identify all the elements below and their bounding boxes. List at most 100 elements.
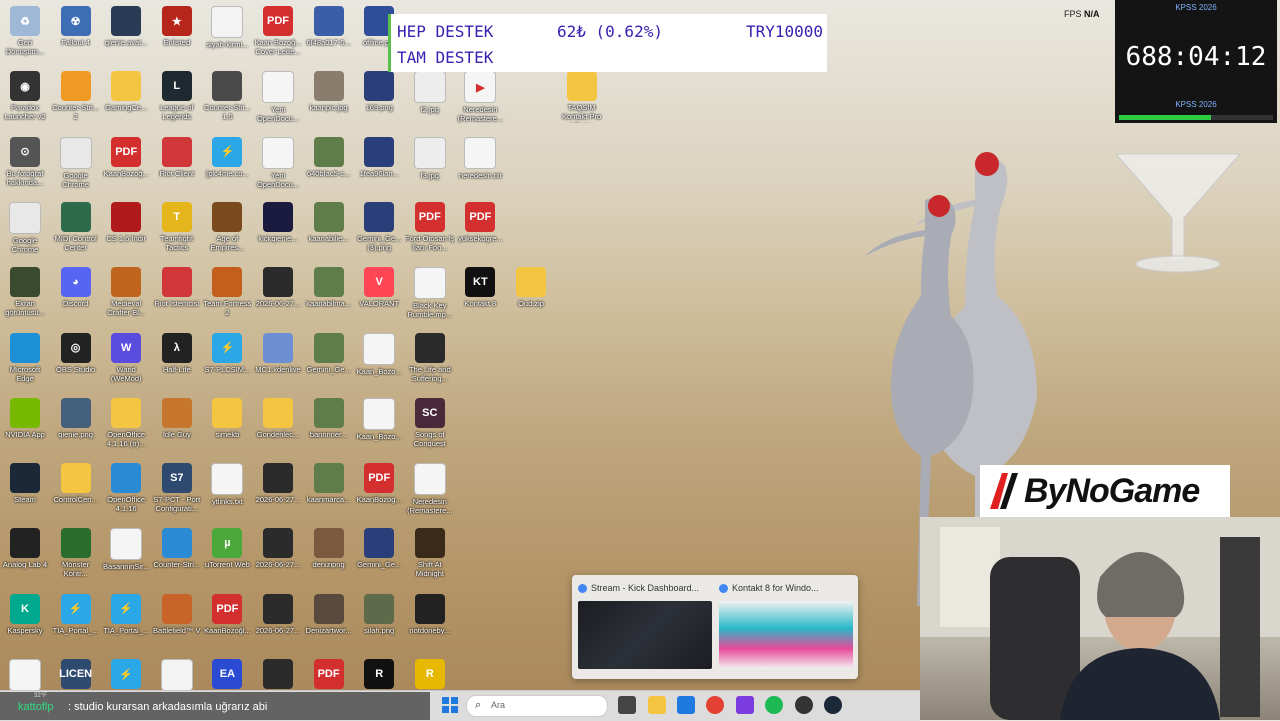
desktop-icon[interactable]: The Life and Suffering... bbox=[405, 329, 455, 391]
desktop-icon[interactable]: Idle Guy bbox=[152, 394, 202, 456]
desktop-icon[interactable]: Neredesin (Remastere... bbox=[405, 459, 455, 521]
desktop-icon[interactable]: ☢ Fallout 4 bbox=[51, 2, 101, 64]
desktop-icon[interactable]: λ Half-Life bbox=[152, 329, 202, 391]
desktop-icon[interactable]: qienie.png bbox=[51, 394, 101, 456]
desktop-icon[interactable]: KT Kontakt 8 bbox=[455, 263, 505, 325]
desktop-icon[interactable]: kaanabilma... bbox=[304, 263, 354, 325]
desktop-icon[interactable]: Counter-Stri... 2 bbox=[51, 67, 101, 129]
desktop-icon[interactable]: W Wand (WeMod) bbox=[101, 329, 151, 391]
start-button[interactable] bbox=[442, 697, 458, 713]
desktop-icon[interactable]: NVIDIA App bbox=[0, 394, 50, 456]
desktop-icon[interactable]: Battlefield™ V bbox=[152, 590, 202, 652]
desktop-icon[interactable]: denizipng bbox=[304, 524, 354, 586]
desktop-icon[interactable]: ♻ Geri Dönüşüm... bbox=[0, 2, 50, 64]
desktop-icon[interactable]: 2026-06-27... bbox=[253, 590, 303, 652]
desktop-icon[interactable]: kickqienie... bbox=[253, 198, 303, 260]
desktop-icon[interactable]: Gemini_Ge... bbox=[304, 329, 354, 391]
desktop-icon[interactable]: MIDI Control Center bbox=[51, 198, 101, 260]
desktop-icon[interactable]: Gemini_Ge... bbox=[354, 524, 404, 586]
desktop-icon[interactable]: 6f48a017-6... bbox=[304, 2, 354, 64]
mail-icon[interactable] bbox=[677, 696, 695, 714]
desktop-icon[interactable]: 640bfac5-c... bbox=[304, 133, 354, 195]
desktop-icon[interactable]: 2026-06-27... bbox=[253, 459, 303, 521]
desktop-icon[interactable]: µ uTorrent Web bbox=[202, 524, 252, 586]
desktop-icon[interactable]: Yeni OpenDocu... bbox=[253, 67, 303, 129]
desktop-icon[interactable]: qienie.avat... bbox=[101, 2, 151, 64]
desktop-icon[interactable]: Yeni OpenDocu... bbox=[253, 133, 303, 195]
desktop-icon[interactable]: Shift At Midnight bbox=[405, 524, 455, 586]
spotify-icon[interactable] bbox=[765, 696, 783, 714]
taskbar-window-preview[interactable]: Stream - Kick Dashboard... Kontakt 8 for… bbox=[572, 575, 858, 679]
desktop-icon[interactable]: PDF KaanBozoğl... bbox=[202, 590, 252, 652]
desktop-icon[interactable]: Analog Lab 4 bbox=[0, 524, 50, 586]
desktop-icon[interactable]: Kaan_Bozo... bbox=[354, 394, 404, 456]
desktop-icon[interactable]: ytlinks.txt bbox=[202, 459, 252, 521]
app-taskbar-icon[interactable] bbox=[736, 696, 754, 714]
desktop-icon[interactable]: Steam bbox=[0, 459, 50, 521]
desktop-icon[interactable]: ⚡ [plc4me.co... bbox=[202, 133, 252, 195]
desktop-icon[interactable]: Oud.zip bbox=[506, 263, 556, 325]
desktop-icon[interactable]: Monster Kontr... bbox=[51, 524, 101, 586]
desktop-icon[interactable]: ★ Enlisted bbox=[152, 2, 202, 64]
desktop-icon[interactable]: simekb bbox=[202, 394, 252, 456]
desktop-icon[interactable]: ◉ Paradox Launcher v2 bbox=[0, 67, 50, 129]
desktop-icon[interactable]: PDF Kaan Bozoğ... Cover Lette... bbox=[253, 2, 303, 64]
desktop-icon[interactable]: Riot İstemcisi bbox=[152, 263, 202, 325]
desktop-icon[interactable]: ◎ OBS Studio bbox=[51, 329, 101, 391]
chrome-taskbar-icon[interactable] bbox=[706, 696, 724, 714]
desktop-icon[interactable]: Ekran görüntüsü... bbox=[0, 263, 50, 325]
desktop-icon[interactable]: OpenOffice 4.1.16 (tr)... bbox=[101, 394, 151, 456]
desktop-icon[interactable]: 169.png bbox=[354, 67, 404, 129]
desktop-icon[interactable]: ⚡ TIA_Portal_... bbox=[101, 590, 151, 652]
desktop-icon[interactable]: V VALORANT bbox=[354, 263, 404, 325]
desktop-icon[interactable]: ⚡ TIA_Portal_... bbox=[51, 590, 101, 652]
desktop-icon[interactable]: TAQSIM Kontakt Pro Library bbox=[557, 67, 607, 129]
desktop-icon[interactable]: Team Fortress 2 bbox=[202, 263, 252, 325]
desktop-icon[interactable]: notdoneby... bbox=[405, 590, 455, 652]
desktop-icon[interactable]: 1fea96lan... bbox=[354, 133, 404, 195]
desktop-icon[interactable]: PDF yuksekogre... bbox=[455, 198, 505, 260]
desktop-icon[interactable]: CS 1.6 İndir bbox=[101, 198, 151, 260]
desktop-icon[interactable]: L League of Legends bbox=[152, 67, 202, 129]
desktop-icon[interactable]: Counter-Stri... bbox=[152, 524, 202, 586]
desktop-icon[interactable]: SC Songs of Conquest bbox=[405, 394, 455, 456]
desktop-icon[interactable]: BasarininSir... bbox=[101, 524, 151, 586]
desktop-icon[interactable]: f2.jpg bbox=[405, 67, 455, 129]
desktop-icon[interactable]: Age of Empires... bbox=[202, 198, 252, 260]
preview-kontakt[interactable]: Kontakt 8 for Windo... bbox=[719, 581, 853, 669]
desktop-icon[interactable]: GamingCe... bbox=[101, 67, 151, 129]
desktop-icon[interactable]: PDF KaanBozog... bbox=[354, 459, 404, 521]
desktop-icon[interactable]: ▶ Neredesin (Remastere... bbox=[455, 67, 505, 129]
desktop-icon[interactable]: ⊙ Bu fotoğraf hakkında... bbox=[0, 133, 50, 195]
desktop-icon[interactable]: PDF KaanBozoğ... bbox=[101, 133, 151, 195]
desktop-icon[interactable]: OpenOffice 4.1.16 bbox=[101, 459, 151, 521]
desktop-icon[interactable]: Gonderilec... bbox=[253, 394, 303, 456]
obs-taskbar-icon[interactable] bbox=[795, 696, 813, 714]
desktop-icon[interactable]: kaanmarca... bbox=[304, 459, 354, 521]
desktop-icon[interactable]: ◕ Discord bbox=[51, 263, 101, 325]
preview-kick-dashboard[interactable]: Stream - Kick Dashboard... bbox=[578, 581, 712, 669]
taskbar-search[interactable]: ⌕ Ara bbox=[466, 695, 608, 717]
desktop-icon[interactable]: f3.jpg bbox=[405, 133, 455, 195]
task-view-icon[interactable] bbox=[618, 696, 636, 714]
desktop-icon[interactable]: Medieval Crafter Bl... bbox=[101, 263, 151, 325]
desktop-icon[interactable]: ControlCen... bbox=[51, 459, 101, 521]
desktop-icon[interactable]: kaanpic.jpg bbox=[304, 67, 354, 129]
steam-taskbar-icon[interactable] bbox=[824, 696, 842, 714]
desktop-icon[interactable]: neredesin.txt bbox=[455, 133, 505, 195]
desktop-icon[interactable]: Kaan_Bozo... bbox=[354, 329, 404, 391]
desktop-icon[interactable]: kaanabilie... bbox=[304, 198, 354, 260]
file-explorer-icon[interactable] bbox=[648, 696, 666, 714]
desktop-icon[interactable]: 2026-06-27... bbox=[253, 263, 303, 325]
desktop-icon[interactable]: Black Key Rumble.mp... bbox=[405, 263, 455, 325]
desktop-icon[interactable]: Microsoft Edge bbox=[0, 329, 50, 391]
desktop-icon[interactable]: Google Chrome bbox=[0, 198, 50, 260]
desktop-icon[interactable]: S7 S7-PCT - Port Configurati... bbox=[152, 459, 202, 521]
desktop-icon[interactable]: silah.png bbox=[354, 590, 404, 652]
desktop-icon[interactable]: Riot Client bbox=[152, 133, 202, 195]
desktop-icon[interactable]: Gemini_Ge... (3).png bbox=[354, 198, 404, 260]
desktop-icon[interactable]: PDF Ford Otosan İş İlanı Fon... bbox=[405, 198, 455, 260]
desktop-icon[interactable]: MC1.kdenlive bbox=[253, 329, 303, 391]
desktop-icon[interactable]: K Kaspersky bbox=[0, 590, 50, 652]
desktop-icon[interactable]: bannnner... bbox=[304, 394, 354, 456]
